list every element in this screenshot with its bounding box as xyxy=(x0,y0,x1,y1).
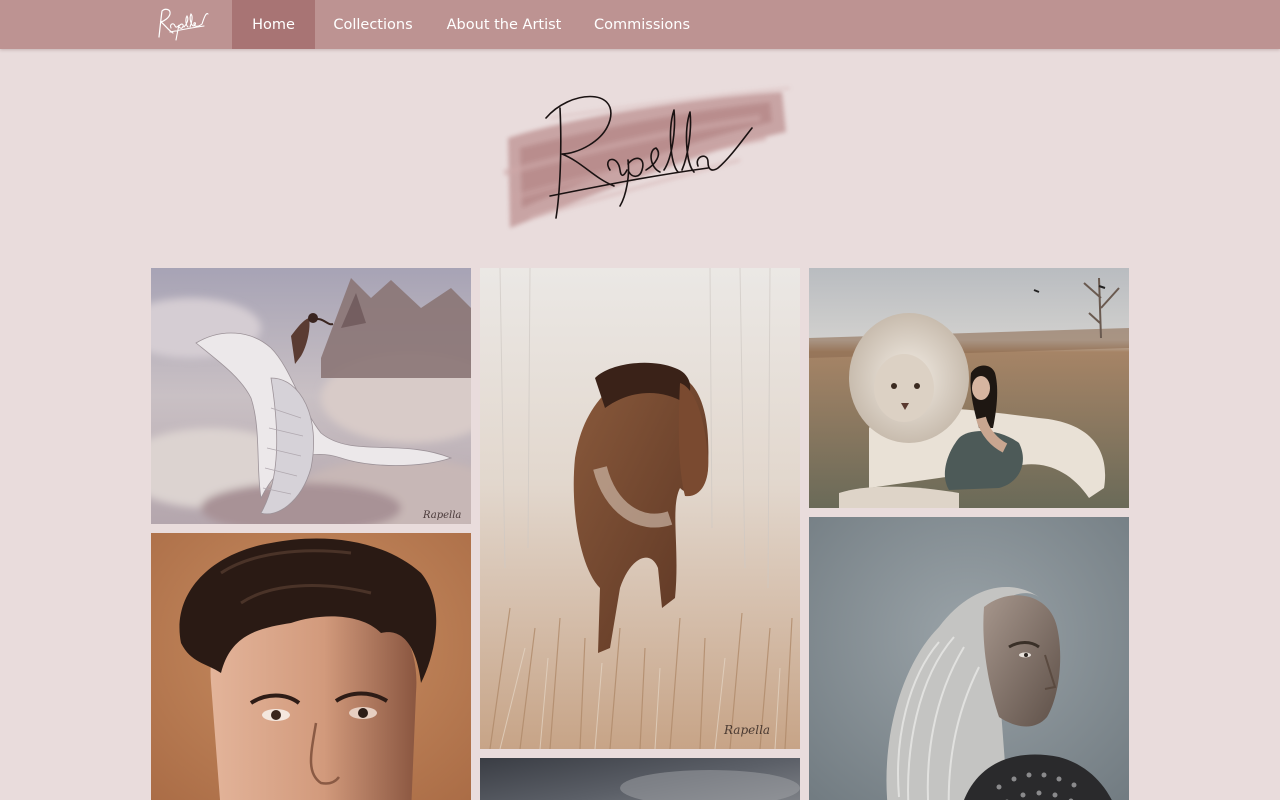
artwork-horse-in-meadow[interactable]: Rapella xyxy=(480,268,800,749)
nav-item-collections[interactable]: Collections xyxy=(315,0,431,49)
artwork-signature: Rapella xyxy=(422,510,461,521)
nav-item-about-the-artist[interactable]: About the Artist xyxy=(431,0,577,49)
warrior-painting-icon xyxy=(809,517,1129,800)
nav-item-home[interactable]: Home xyxy=(232,0,315,49)
hero-logo xyxy=(490,78,800,243)
logo-signature-icon xyxy=(158,8,209,41)
top-navigation-bar: Home Collections About the Artist Commis… xyxy=(0,0,1280,49)
stormy-sky-painting-icon xyxy=(480,758,800,800)
lion-painting-icon xyxy=(809,268,1129,508)
artwork-dragon-rider[interactable]: Rapella xyxy=(151,268,471,524)
nav-item-commissions[interactable]: Commissions xyxy=(577,0,707,49)
artwork-stormy-sky[interactable] xyxy=(480,758,800,800)
artwork-signature: Rapella xyxy=(723,723,770,737)
brush-stroke-signature-icon xyxy=(503,86,791,228)
horse-painting-icon: Rapella xyxy=(480,268,800,749)
nav-logo[interactable] xyxy=(150,2,216,46)
dragon-rider-painting-icon: Rapella xyxy=(151,268,471,524)
portrait-painting-icon xyxy=(151,533,471,800)
artwork-young-man-portrait[interactable] xyxy=(151,533,471,800)
artwork-white-haired-warrior[interactable] xyxy=(809,517,1129,800)
artwork-lion-and-woman[interactable] xyxy=(809,268,1129,508)
